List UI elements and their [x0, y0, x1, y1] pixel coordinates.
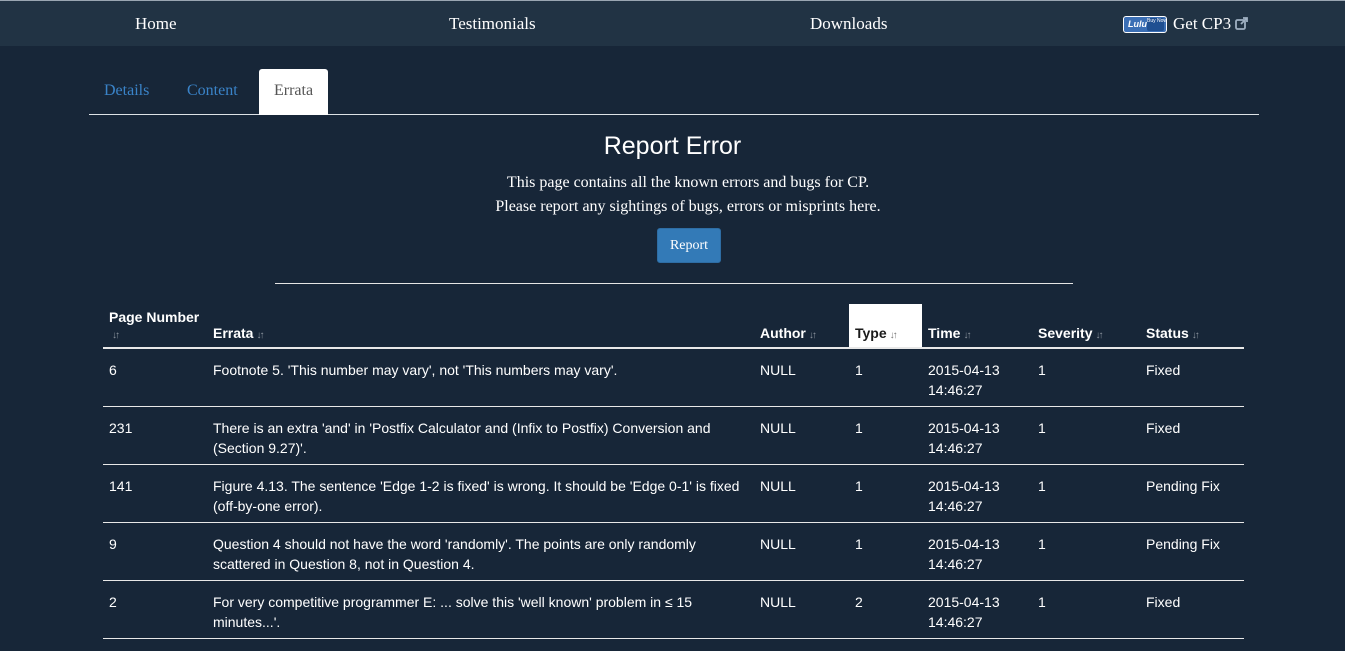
cell-time: 2015-04-13 14:46:27 — [922, 464, 1032, 523]
cell-errata: Figure 4.13. The sentence 'Edge 1-2 is f… — [207, 464, 754, 523]
header-time[interactable]: Time ↓↑ — [922, 304, 1032, 349]
header-errata[interactable]: Errata ↓↑ — [207, 304, 754, 349]
cell-type: 1 — [849, 522, 922, 581]
header-author[interactable]: Author ↓↑ — [754, 304, 849, 349]
sort-icon: ↓↑ — [889, 330, 898, 341]
cell-severity: 1 — [1032, 406, 1140, 465]
cell-status: Fixed — [1140, 580, 1244, 639]
nav-home-link[interactable]: Home — [135, 14, 177, 34]
header-page-number-label: Page Number — [109, 309, 200, 325]
table-header-row: Page Number ↓↑ Errata ↓↑ Author ↓↑ Type ↓↑ T… — [103, 304, 1244, 349]
tab-content[interactable]: Content — [172, 69, 253, 114]
cell-severity: 1 — [1032, 522, 1140, 581]
cell-severity: 1 — [1032, 580, 1140, 639]
cell-time-date: 2015-04-13 — [928, 594, 1000, 610]
header-errata-label: Errata — [213, 325, 254, 341]
sort-icon: ↓↑ — [963, 330, 971, 341]
lulu-buy-text: Buy Now — [1147, 17, 1167, 31]
cell-status: Fixed — [1140, 348, 1244, 407]
cell-errata: There is an extra 'and' in 'Postfix Calc… — [207, 406, 754, 465]
cell-severity: 1 — [1032, 464, 1140, 523]
cell-severity: 1 — [1032, 348, 1140, 407]
cell-author: NULL — [754, 348, 849, 407]
header-type-label: Type — [855, 325, 887, 341]
intro-line-2: Please report any sightings of bugs, err… — [495, 198, 881, 215]
cell-page: 6 — [103, 348, 207, 407]
tab-errata[interactable]: Errata — [259, 69, 329, 115]
table-row: 141 Figure 4.13. The sentence 'Edge 1-2 … — [103, 464, 1244, 523]
cell-time-date: 2015-04-13 — [928, 536, 1000, 552]
top-navbar: Home Testimonials Downloads Lulu Buy Now… — [0, 0, 1345, 46]
header-time-label: Time — [928, 325, 961, 341]
lulu-badge-text: Lulu — [1128, 18, 1147, 29]
header-status-label: Status — [1146, 325, 1189, 341]
header-page-number[interactable]: Page Number ↓↑ — [103, 304, 207, 349]
table-row: 2 For very competitive programmer E: ...… — [103, 580, 1244, 639]
tab-bar: Details Content Errata — [89, 69, 1259, 115]
cell-page: 2 — [103, 580, 207, 639]
page-title: Report Error — [603, 132, 742, 160]
cell-type: 1 — [849, 348, 922, 407]
sort-icon: ↓↑ — [808, 330, 817, 341]
header-severity-label: Severity — [1038, 325, 1093, 341]
cell-time-clock: 14:46:27 — [928, 440, 983, 456]
cell-status: Fixed — [1140, 406, 1244, 465]
table-row: 231 There is an extra 'and' in 'Postfix … — [103, 406, 1244, 465]
cell-errata: Question 4 should not have the word 'ran… — [207, 522, 754, 581]
cell-page: 231 — [103, 406, 207, 465]
cell-time: 2015-04-13 14:46:27 — [922, 522, 1032, 581]
cell-time-clock: 14:46:27 — [928, 382, 983, 398]
sort-icon: ↓↑ — [256, 330, 264, 341]
external-link-icon — [1235, 16, 1248, 30]
cell-author: NULL — [754, 580, 849, 639]
sort-icon: ↓↑ — [1191, 330, 1200, 341]
header-author-label: Author — [760, 325, 806, 341]
cell-type: 2 — [849, 580, 922, 639]
cell-type: 1 — [849, 406, 922, 465]
cell-author: NULL — [754, 522, 849, 581]
cell-page: 9 — [103, 522, 207, 581]
table-row: 6 Footnote 5. 'This number may vary', no… — [103, 348, 1244, 407]
nav-get-cp3-link[interactable]: Lulu Buy Now Get CP3 — [1123, 14, 1248, 34]
get-cp3-label: Get CP3 — [1173, 14, 1232, 33]
cell-errata: For very competitive programmer E: ... s… — [207, 580, 754, 639]
nav-downloads-link[interactable]: Downloads — [810, 14, 887, 34]
cell-time: 2015-04-13 14:46:27 — [922, 348, 1032, 407]
lulu-buy-now-icon: Lulu Buy Now — [1123, 15, 1167, 33]
errata-table: Page Number ↓↑ Errata ↓↑ Author ↓↑ Type ↓↑ T… — [103, 304, 1244, 639]
tab-details[interactable]: Details — [89, 69, 164, 114]
cell-page: 141 — [103, 464, 207, 523]
cell-time-date: 2015-04-13 — [928, 362, 1000, 378]
cell-author: NULL — [754, 464, 849, 523]
cell-time-clock: 14:46:27 — [928, 498, 983, 514]
sort-icon: ↓↑ — [112, 330, 120, 341]
intro-line-1: This page contains all the known errors … — [506, 174, 870, 191]
cell-author: NULL — [754, 406, 849, 465]
cell-status: Pending Fix — [1140, 522, 1244, 581]
header-severity[interactable]: Severity ↓↑ — [1032, 304, 1140, 349]
table-row: 9 Question 4 should not have the word 'r… — [103, 522, 1244, 581]
cell-time: 2015-04-13 14:46:27 — [922, 580, 1032, 639]
cell-errata: Footnote 5. 'This number may vary', not … — [207, 348, 754, 407]
cell-time-clock: 14:46:27 — [928, 556, 983, 572]
header-type[interactable]: Type ↓↑ — [849, 304, 922, 349]
cell-time-date: 2015-04-13 — [928, 478, 1000, 494]
cell-time: 2015-04-13 14:46:27 — [922, 406, 1032, 465]
section-divider — [275, 283, 1073, 284]
cell-status: Pending Fix — [1140, 464, 1244, 523]
cell-time-date: 2015-04-13 — [928, 420, 1000, 436]
header-status[interactable]: Status ↓↑ — [1140, 304, 1244, 349]
report-button[interactable]: Report — [657, 228, 721, 263]
sort-icon: ↓↑ — [1095, 330, 1103, 341]
cell-type: 1 — [849, 464, 922, 523]
nav-testimonials-link[interactable]: Testimonials — [449, 14, 536, 34]
cell-time-clock: 14:46:27 — [928, 614, 983, 630]
